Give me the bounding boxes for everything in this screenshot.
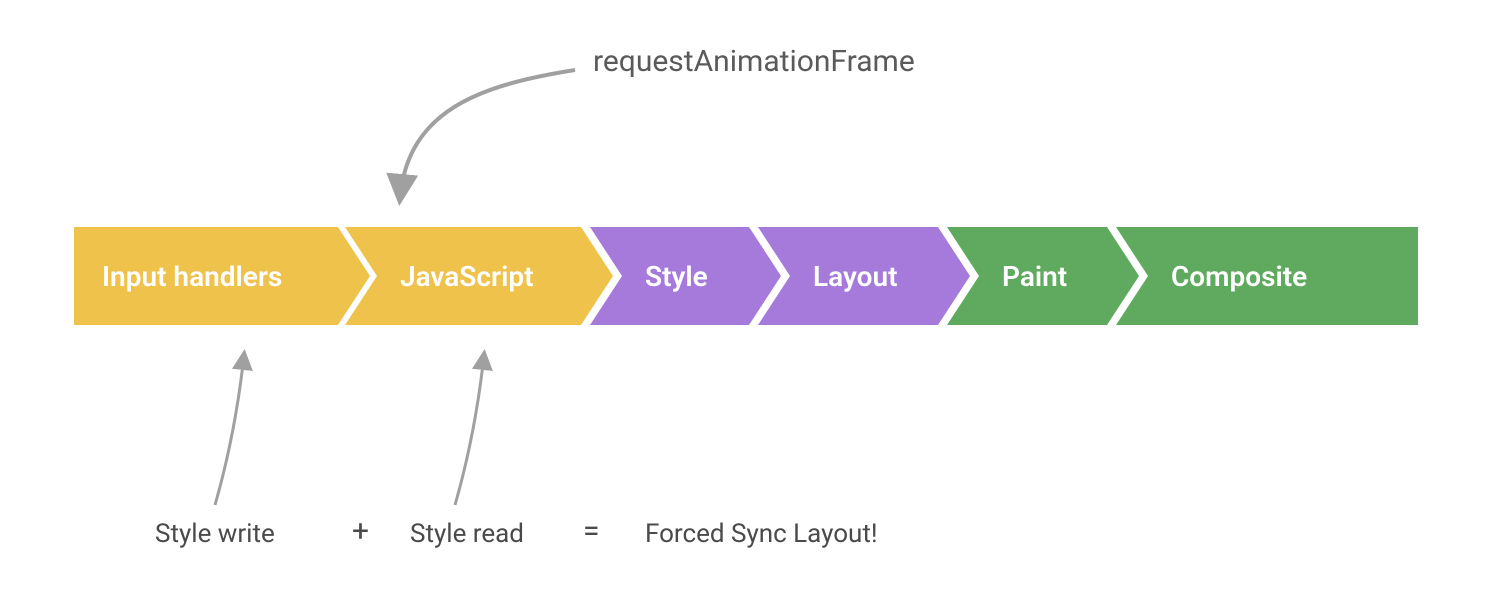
equation-right: Forced Sync Layout! xyxy=(645,519,878,549)
stage-label: Composite xyxy=(1116,260,1307,293)
stage-label: Input handlers xyxy=(74,260,282,293)
stage-style: Style xyxy=(590,227,781,325)
equation-equals: = xyxy=(583,514,599,549)
stage-input-handlers: Input handlers xyxy=(74,227,370,325)
annotation-raf-label: requestAnimationFrame xyxy=(593,44,915,79)
stage-label: JavaScript xyxy=(345,260,534,293)
stage-label: Paint xyxy=(947,260,1067,293)
equation-left: Style write xyxy=(155,519,275,549)
stage-composite: Composite xyxy=(1116,227,1418,325)
pipeline-diagram: requestAnimationFrame Input handlers Jav… xyxy=(0,0,1496,605)
stage-layout: Layout xyxy=(758,227,970,325)
stage-label: Layout xyxy=(758,260,898,293)
stage-paint: Paint xyxy=(947,227,1139,325)
equation-middle: Style read xyxy=(410,519,524,549)
stage-javascript: JavaScript xyxy=(345,227,613,325)
equation-plus: + xyxy=(352,514,369,549)
stage-label: Style xyxy=(590,260,708,293)
